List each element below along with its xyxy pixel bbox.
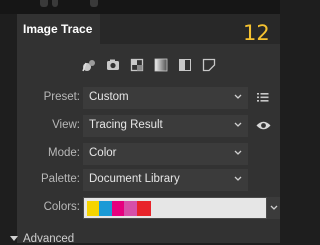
preset-select[interactable]: Custom: [83, 87, 248, 109]
colors-dropdown-button[interactable]: [267, 197, 280, 219]
palette-row: Palette: Document Library: [17, 169, 280, 191]
grayscale-icon[interactable]: [153, 57, 169, 73]
mode-label: Mode:: [48, 147, 80, 159]
colors-label: Colors:: [43, 201, 80, 213]
preset-label: Preset:: [43, 91, 80, 103]
color-swatch[interactable]: [137, 201, 151, 216]
advanced-label: Advanced: [23, 233, 75, 245]
palette-label: Palette:: [41, 173, 80, 185]
eye-icon[interactable]: [256, 120, 271, 131]
chevron-down-icon: [234, 150, 242, 155]
outline-icon[interactable]: [201, 57, 217, 73]
color-swatch[interactable]: [124, 201, 137, 216]
tab-image-trace[interactable]: Image Trace: [17, 14, 100, 44]
list-menu-icon[interactable]: [257, 90, 269, 104]
top-strip: [0, 0, 280, 14]
color-swatch[interactable]: [112, 201, 124, 216]
panel-tab-bar: Image Trace 12: [17, 14, 280, 45]
color-swatch[interactable]: [99, 201, 112, 216]
color-swatch[interactable]: [87, 201, 99, 216]
chevron-down-icon: [234, 94, 242, 99]
preset-value: Custom: [89, 91, 129, 103]
preset-row: Preset: Custom: [17, 87, 280, 109]
palette-select[interactable]: Document Library: [83, 169, 248, 191]
palette-value: Document Library: [89, 173, 180, 185]
auto-color-icon[interactable]: [81, 57, 97, 73]
low-color-icon[interactable]: [129, 57, 145, 73]
mode-value: Color: [89, 147, 117, 159]
view-value: Tracing Result: [89, 119, 163, 131]
advanced-toggle[interactable]: Advanced: [10, 233, 74, 245]
mode-select[interactable]: Color: [83, 143, 248, 165]
view-row: View: Tracing Result: [17, 115, 280, 137]
chevron-down-icon: [234, 122, 242, 127]
chevron-down-icon: [234, 176, 242, 181]
view-select[interactable]: Tracing Result: [83, 115, 248, 137]
step-number: 12: [243, 21, 270, 45]
mode-row: Mode: Color: [17, 143, 280, 165]
disclosure-triangle-icon: [10, 236, 18, 241]
preset-icons-row: [17, 57, 280, 79]
black-and-white-icon[interactable]: [177, 57, 193, 73]
chevron-down-icon: [270, 205, 278, 210]
colors-row: Colors:: [17, 197, 280, 219]
high-color-icon[interactable]: [105, 57, 121, 73]
image-trace-panel: Image Trace 12 Preset: Custom View: Trac…: [17, 14, 280, 243]
view-label: View:: [52, 119, 80, 131]
colors-swatch-field[interactable]: [83, 197, 267, 219]
